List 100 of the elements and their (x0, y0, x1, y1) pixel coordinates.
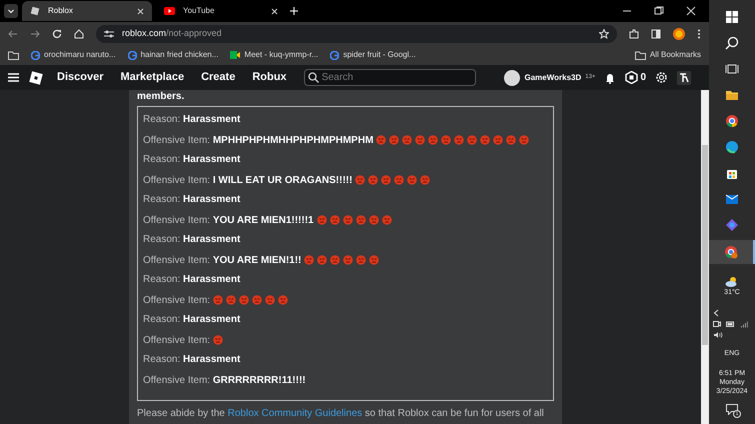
google-icon (128, 50, 137, 60)
nav-link[interactable]: Discover (57, 69, 104, 86)
angry-face-icon (226, 295, 236, 305)
google-icon (330, 50, 340, 60)
more-menu-icon[interactable] (697, 28, 701, 38)
active-taskbar-button[interactable] (709, 240, 755, 264)
offensive-item-text: Offensive Item: YOU ARE MIEN1!!!!!1 (143, 214, 314, 228)
settings-icon[interactable] (655, 71, 668, 84)
meet-now-icon[interactable] (713, 320, 721, 328)
star-icon[interactable] (599, 28, 609, 38)
angry-face-icon (441, 135, 452, 145)
windows-start-icon[interactable] (725, 10, 739, 24)
extension-logo-icon[interactable] (677, 70, 691, 84)
angry-face-icon (356, 215, 366, 225)
intro-text: members. (137, 90, 184, 103)
folder-icon[interactable] (8, 50, 19, 60)
bookmark-link[interactable]: Meet - kuq-ymmp-r... (230, 49, 318, 61)
back-arrow-icon[interactable] (8, 28, 18, 38)
home-icon[interactable] (74, 28, 84, 38)
chat-bubble-icon (726, 404, 738, 415)
forward-arrow-icon[interactable] (30, 28, 40, 38)
tab-list-button[interactable] (4, 4, 18, 18)
angry-face-icon (356, 255, 366, 265)
angry-face-icon (467, 135, 478, 145)
angry-face-icon (381, 175, 392, 185)
address-bar[interactable]: roblox.com/not-approved (96, 24, 617, 42)
angry-face-icon (342, 215, 353, 225)
angry-face-icon (304, 255, 314, 265)
mail-icon[interactable] (725, 192, 739, 206)
angry-face-icon (317, 255, 328, 265)
nav-link[interactable]: Create (201, 69, 236, 86)
chrome-icon[interactable] (725, 114, 739, 128)
robux-balance: 0 (640, 71, 646, 85)
offensive-item-text: Offensive Item: I WILL EAT UR ORAGANS!!!!! (143, 174, 352, 188)
task-view-icon[interactable] (725, 62, 739, 76)
angry-face-icon (394, 175, 404, 185)
speaker-icon[interactable] (713, 330, 723, 338)
folder-icon[interactable] (725, 88, 739, 102)
cloud-sun-icon (724, 276, 739, 288)
guidelines-link[interactable]: Roblox Community Guidelines (228, 408, 362, 419)
roblox-logo-icon[interactable] (28, 70, 44, 86)
google-icon (31, 50, 40, 60)
battery-icon[interactable] (726, 320, 735, 328)
username-link[interactable]: GameWorks3D (524, 72, 582, 84)
angry-face-icon (252, 295, 262, 305)
reason-text: Reason: Harassment (143, 273, 242, 287)
nav-link[interactable]: Marketplace (120, 69, 184, 86)
angry-face-icon (355, 175, 366, 185)
scrollbar[interactable] (701, 90, 709, 424)
video-camera-icon (230, 51, 240, 59)
roblox-logo-icon (30, 6, 40, 16)
angry-face-icon (382, 215, 392, 225)
angry-face-icon (368, 175, 378, 185)
angry-face-icon (480, 135, 490, 145)
puzzle-piece-icon[interactable] (629, 28, 639, 38)
offensive-item-text: Offensive Item: MPHHPHPHMHHPHPHMPHMPHM (143, 134, 374, 148)
angry-face-icon (330, 255, 340, 265)
side-panel-icon[interactable] (651, 28, 661, 38)
close-icon[interactable] (686, 6, 696, 16)
reload-icon[interactable] (52, 28, 62, 38)
all-bookmarks-button[interactable]: All Bookmarks (634, 49, 701, 61)
search-field[interactable]: Search (304, 69, 476, 86)
new-tab-icon[interactable] (290, 7, 298, 15)
bookmark-link[interactable]: orochimaru naruto... (31, 49, 116, 61)
angry-face-icon (415, 135, 426, 145)
bell-icon[interactable] (604, 72, 616, 84)
search-icon[interactable] (725, 36, 739, 50)
angry-face-icon (239, 295, 250, 305)
restore-icon[interactable] (654, 6, 664, 16)
offensive-item-text: Offensive Item: (143, 334, 210, 348)
url-text: roblox.com/not-approved (122, 26, 223, 40)
browser-tab[interactable]: Roblox (22, 1, 152, 21)
chevron-left-icon[interactable] (713, 308, 719, 316)
robux-icon[interactable] (625, 71, 638, 84)
close-icon[interactable] (137, 8, 144, 14)
angry-face-icon (278, 295, 288, 305)
bookmark-link[interactable]: spider fruit - Googl... (330, 49, 416, 61)
angry-face-icon (316, 215, 327, 225)
angry-face-icon (213, 335, 224, 345)
folder-icon (634, 50, 646, 60)
reason-text: Reason: Harassment (143, 113, 242, 127)
reason-text: Reason: Harassment (143, 193, 242, 207)
edge-icon[interactable] (725, 140, 739, 154)
reason-text: Reason: Harassment (143, 233, 242, 247)
youtube-icon (164, 7, 175, 15)
angry-face-icon (402, 135, 412, 145)
angry-face-icon (343, 255, 354, 265)
angry-face-icon (389, 135, 400, 145)
angry-face-icon (330, 215, 340, 225)
site-settings-icon (104, 30, 114, 38)
profile-avatar-icon[interactable] (673, 28, 685, 40)
angry-face-icon (368, 215, 379, 225)
angry-face-icon (493, 135, 504, 145)
nav-link[interactable]: Robux (252, 69, 287, 86)
wifi-icon[interactable] (740, 320, 748, 328)
menu-icon[interactable] (8, 73, 19, 82)
guidelines-text: Please abide by the Roblox Community Guidelines so that Roblox can be fun for users of all (137, 407, 545, 421)
avatar-icon[interactable] (504, 70, 520, 86)
bookmark-link[interactable]: hainan fried chicken... (128, 49, 218, 61)
close-icon[interactable] (271, 8, 278, 14)
